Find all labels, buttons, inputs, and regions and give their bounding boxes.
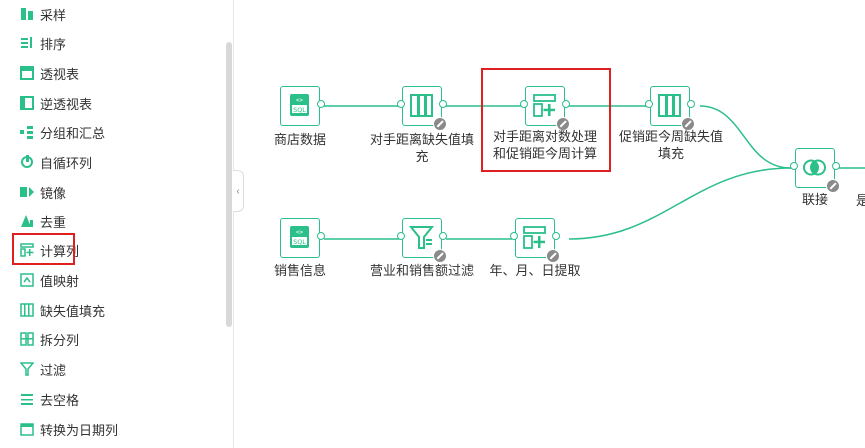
output-port[interactable] [439, 232, 447, 240]
sidebar-item-label: 缺失值填充 [40, 303, 106, 319]
node-label: 年、月、日提取 [489, 263, 581, 278]
sidebar-item-filter[interactable]: 过滤 [19, 358, 67, 380]
node-label: 销售信息 [273, 263, 326, 278]
loop-icon [20, 155, 34, 169]
sidebar-item-label: 转换为日期列 [40, 422, 119, 438]
sort-icon [20, 36, 34, 50]
node-label: 营业和销售额过滤 [369, 263, 474, 278]
status-icon [546, 249, 560, 263]
output-port[interactable] [832, 162, 840, 170]
flow-node-fill-missing-2[interactable] [645, 86, 695, 131]
sidebar-item-pivot[interactable]: 透视表 [20, 62, 79, 84]
value-map-icon [20, 273, 34, 287]
node-label-partial: 是 [856, 193, 865, 208]
split-column-icon [20, 332, 34, 346]
input-port[interactable] [645, 100, 653, 108]
sidebar-item-label: 过滤 [40, 362, 67, 378]
node-label: 商店数据 [273, 132, 326, 147]
svg-text:SQL: SQL [293, 106, 306, 114]
sidebar-item-label: 透视表 [40, 66, 80, 82]
pivot-icon [20, 66, 34, 80]
input-port[interactable] [790, 162, 798, 170]
sidebar-item-dedupe[interactable]: 去重 [20, 210, 66, 232]
node-label: 联接 [801, 192, 828, 207]
status-icon [433, 117, 447, 131]
sidebar-item-value-map[interactable]: 值映射 [20, 269, 79, 291]
sidebar: 采样 排序 透视表 逆透视表 分组和汇总 自循环列 镜像 去重 计算列 值映射 … [0, 0, 234, 448]
filter-icon [19, 362, 35, 376]
date-convert-icon [20, 422, 34, 436]
sidebar-item-label: 镜像 [40, 185, 67, 201]
sample-icon [20, 7, 34, 21]
sidebar-item-label: 去空格 [40, 392, 80, 408]
output-port[interactable] [552, 232, 560, 240]
sidebar-item-unpivot[interactable]: 逆透视表 [20, 92, 92, 114]
sidebar-item-label: 拆分列 [40, 332, 80, 348]
input-port[interactable] [510, 232, 518, 240]
trim-icon [20, 392, 34, 406]
sidebar-item-date-convert[interactable]: 转换为日期列 [20, 418, 118, 440]
input-port[interactable] [397, 232, 405, 240]
sidebar-item-label: 去重 [40, 214, 67, 230]
unpivot-icon [20, 96, 34, 110]
output-port[interactable] [317, 100, 325, 108]
collapse-sidebar-button[interactable]: ‹ [233, 170, 244, 212]
sidebar-item-group[interactable]: 分组和汇总 [20, 121, 105, 143]
sidebar-item-fill-missing[interactable]: 缺失值填充 [20, 299, 105, 321]
group-icon [20, 125, 34, 139]
flow-node-fill-missing-1[interactable] [397, 86, 447, 131]
sidebar-item-split-column[interactable]: 拆分列 [20, 328, 79, 350]
svg-text:<>: <> [296, 97, 304, 104]
sidebar-item-label: 分组和汇总 [40, 125, 106, 141]
svg-text:<>: <> [296, 229, 304, 236]
sidebar-item-sort[interactable]: 排序 [20, 32, 66, 54]
sql-icon: <> SQL [290, 94, 309, 116]
flow-node-store-data[interactable]: <> SQL [280, 86, 325, 126]
chevron-left-icon: ‹ [236, 185, 240, 197]
flow-node-date-extract[interactable] [510, 218, 560, 263]
flow-node-join[interactable] [790, 148, 840, 193]
node-label: 对手距离缺失值填 充 [369, 132, 474, 164]
sidebar-item-label: 逆透视表 [40, 96, 93, 112]
sql-icon: <> SQL [290, 226, 309, 248]
mirror-icon [20, 185, 34, 199]
sidebar-item-label: 自循环列 [40, 155, 93, 171]
sidebar-item-trim[interactable]: 去空格 [20, 388, 79, 410]
sidebar-item-label: 排序 [40, 36, 67, 52]
dedupe-icon [20, 214, 34, 228]
flow-node-sales-info[interactable]: <> SQL [280, 218, 325, 258]
flow-node-filter[interactable] [397, 218, 447, 263]
output-port[interactable] [687, 100, 695, 108]
highlight-box [12, 233, 75, 265]
output-port[interactable] [439, 100, 447, 108]
sidebar-item-mirror[interactable]: 镜像 [20, 181, 66, 203]
output-port[interactable] [317, 232, 325, 240]
sidebar-item-loop[interactable]: 自循环列 [20, 151, 92, 173]
sidebar-item-sample[interactable]: 采样 [20, 3, 66, 25]
sidebar-scrollbar[interactable] [226, 42, 232, 327]
svg-text:SQL: SQL [293, 238, 306, 246]
fill-missing-icon [20, 303, 34, 317]
status-icon [433, 249, 447, 263]
sidebar-item-label: 采样 [40, 7, 67, 23]
input-port[interactable] [397, 100, 405, 108]
sidebar-item-label: 值映射 [40, 273, 80, 289]
node-label: 促销距今周缺失值 填充 [618, 129, 723, 161]
highlight-box [481, 68, 611, 172]
